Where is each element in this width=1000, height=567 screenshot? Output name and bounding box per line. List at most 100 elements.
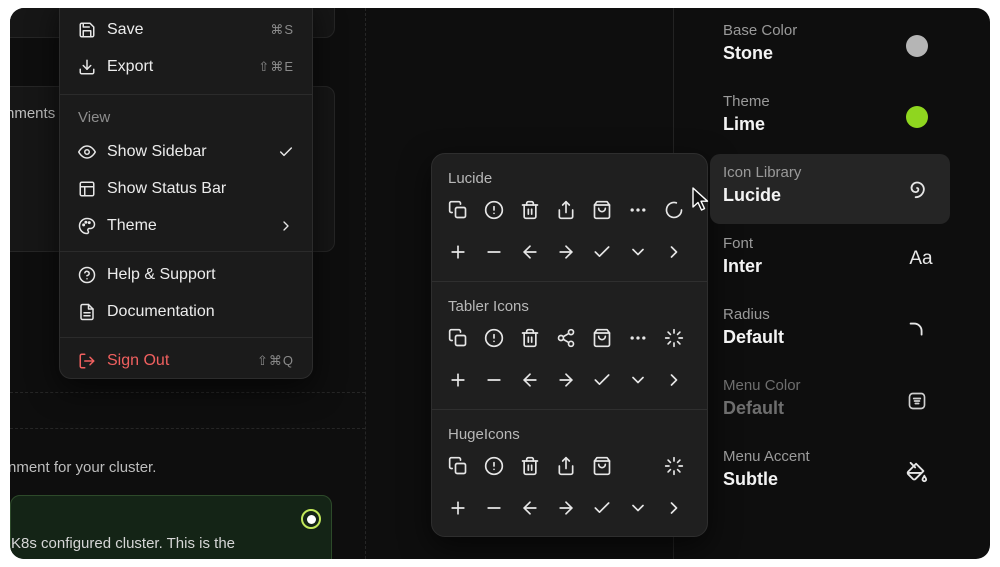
mouse-pointer-icon	[692, 187, 709, 211]
palette-icon	[78, 217, 96, 235]
shortcut-text: ⇧⌘Q	[256, 353, 294, 368]
chevron-right-icon[interactable]	[656, 362, 692, 398]
menu-item-sign-out[interactable]: Sign Out ⇧⌘Q	[68, 344, 304, 378]
share-icon[interactable]	[548, 192, 584, 228]
icon-row	[440, 448, 692, 484]
setting-value: Inter	[723, 256, 763, 276]
shopping-bag-icon[interactable]	[584, 448, 620, 484]
font-aa-icon: Aa	[909, 248, 933, 269]
share-nodes-icon[interactable]	[548, 320, 584, 356]
chevron-right-icon[interactable]	[656, 234, 692, 270]
menu-square-icon	[906, 390, 928, 412]
alert-circle-icon[interactable]	[476, 320, 512, 356]
icon-row	[440, 490, 692, 526]
check-icon[interactable]	[584, 490, 620, 526]
help-circle-icon	[78, 266, 96, 284]
menu-item-export[interactable]: Export ⇧⌘E	[68, 50, 304, 84]
setting-base-color[interactable]: Base Color Stone	[710, 12, 950, 82]
popover-divider	[432, 281, 707, 282]
cluster-radio-selected[interactable]	[301, 509, 321, 529]
menu-item-show-status-bar[interactable]: Show Status Bar	[68, 172, 304, 206]
more-horizontal-icon[interactable]	[620, 320, 656, 356]
share-icon[interactable]	[548, 448, 584, 484]
setting-label: Theme	[723, 93, 770, 110]
menu-item-help-support[interactable]: Help & Support	[68, 258, 304, 292]
setting-icon-library[interactable]: Icon Library Lucide	[710, 154, 950, 224]
arrow-left-icon[interactable]	[512, 490, 548, 526]
minus-icon[interactable]	[476, 234, 512, 270]
arrow-left-icon[interactable]	[512, 234, 548, 270]
menu-item-label: Help & Support	[107, 266, 216, 283]
arrow-right-icon[interactable]	[548, 234, 584, 270]
setting-menu-accent[interactable]: Menu Accent Subtle	[710, 438, 950, 508]
copy-icon[interactable]	[440, 448, 476, 484]
alert-circle-icon[interactable]	[476, 448, 512, 484]
more-horizontal-icon[interactable]	[620, 192, 656, 228]
plus-icon[interactable]	[440, 362, 476, 398]
menu-item-save[interactable]: Save ⌘S	[68, 13, 304, 47]
icon-library-title: HugeIcons	[448, 426, 520, 443]
check-icon[interactable]	[584, 234, 620, 270]
menu-item-label: Sign Out	[107, 352, 170, 369]
chevron-down-icon[interactable]	[620, 490, 656, 526]
chevron-down-icon[interactable]	[620, 234, 656, 270]
spiral-icon	[906, 177, 928, 199]
chevron-down-icon[interactable]	[620, 362, 656, 398]
shortcut-text: ⇧⌘E	[258, 59, 294, 74]
trash-icon[interactable]	[512, 448, 548, 484]
shortcut-text: ⌘S	[270, 22, 294, 37]
setting-label: Icon Library	[723, 164, 802, 181]
setting-font[interactable]: Font Inter Aa	[710, 225, 950, 295]
setting-label: Font	[723, 235, 754, 252]
menu-divider	[60, 251, 312, 252]
background-description: nment for your cluster.	[10, 459, 157, 476]
menu-item-theme[interactable]: Theme	[68, 209, 304, 243]
setting-value: Default	[723, 327, 785, 347]
empty-icon-slot	[620, 448, 656, 484]
setting-radius[interactable]: Radius Default	[710, 296, 950, 366]
cluster-option-card[interactable]: K8s configured cluster. This is the	[10, 495, 332, 559]
loader-spokes-icon[interactable]	[656, 320, 692, 356]
plus-icon[interactable]	[440, 490, 476, 526]
arrow-right-icon[interactable]	[548, 362, 584, 398]
background-card-text: nments	[10, 105, 56, 122]
menu-section-label: View	[78, 109, 111, 126]
menu-item-label: Show Status Bar	[107, 180, 227, 197]
loader-spokes-icon[interactable]	[656, 448, 692, 484]
download-icon	[78, 58, 96, 76]
check-icon[interactable]	[584, 362, 620, 398]
setting-value: Lucide	[723, 185, 782, 205]
menu-item-label: Theme	[107, 217, 157, 234]
shopping-bag-icon[interactable]	[584, 320, 620, 356]
setting-value: Subtle	[723, 469, 779, 489]
file-menu: Save ⌘S Export ⇧⌘E View Show Sidebar Sho…	[59, 8, 313, 379]
menu-item-show-sidebar[interactable]: Show Sidebar	[68, 135, 304, 169]
paint-bucket-icon	[906, 461, 928, 483]
loader-circle-icon[interactable]	[656, 192, 692, 228]
copy-icon[interactable]	[440, 320, 476, 356]
eye-icon	[78, 143, 96, 161]
chevron-right-icon[interactable]	[656, 490, 692, 526]
trash-icon[interactable]	[512, 192, 548, 228]
trash-icon[interactable]	[512, 320, 548, 356]
file-text-icon	[78, 303, 96, 321]
menu-item-label: Export	[107, 58, 154, 75]
minus-icon[interactable]	[476, 490, 512, 526]
menu-item-documentation[interactable]: Documentation	[68, 295, 304, 329]
minus-icon[interactable]	[476, 362, 512, 398]
setting-theme[interactable]: Theme Lime	[710, 83, 950, 153]
alert-circle-icon[interactable]	[476, 192, 512, 228]
layout-icon	[78, 180, 96, 198]
chevron-right-icon	[278, 218, 294, 234]
arrow-right-icon[interactable]	[548, 490, 584, 526]
shopping-bag-icon[interactable]	[584, 192, 620, 228]
plus-icon[interactable]	[440, 234, 476, 270]
icon-library-popover: Lucide Tabler Icons HugeIcons	[431, 153, 708, 537]
grid-line	[10, 392, 365, 393]
menu-divider	[60, 337, 312, 338]
setting-menu-color[interactable]: Menu Color Default	[710, 367, 950, 437]
icon-row	[440, 192, 692, 228]
copy-icon[interactable]	[440, 192, 476, 228]
popover-divider	[432, 409, 707, 410]
arrow-left-icon[interactable]	[512, 362, 548, 398]
